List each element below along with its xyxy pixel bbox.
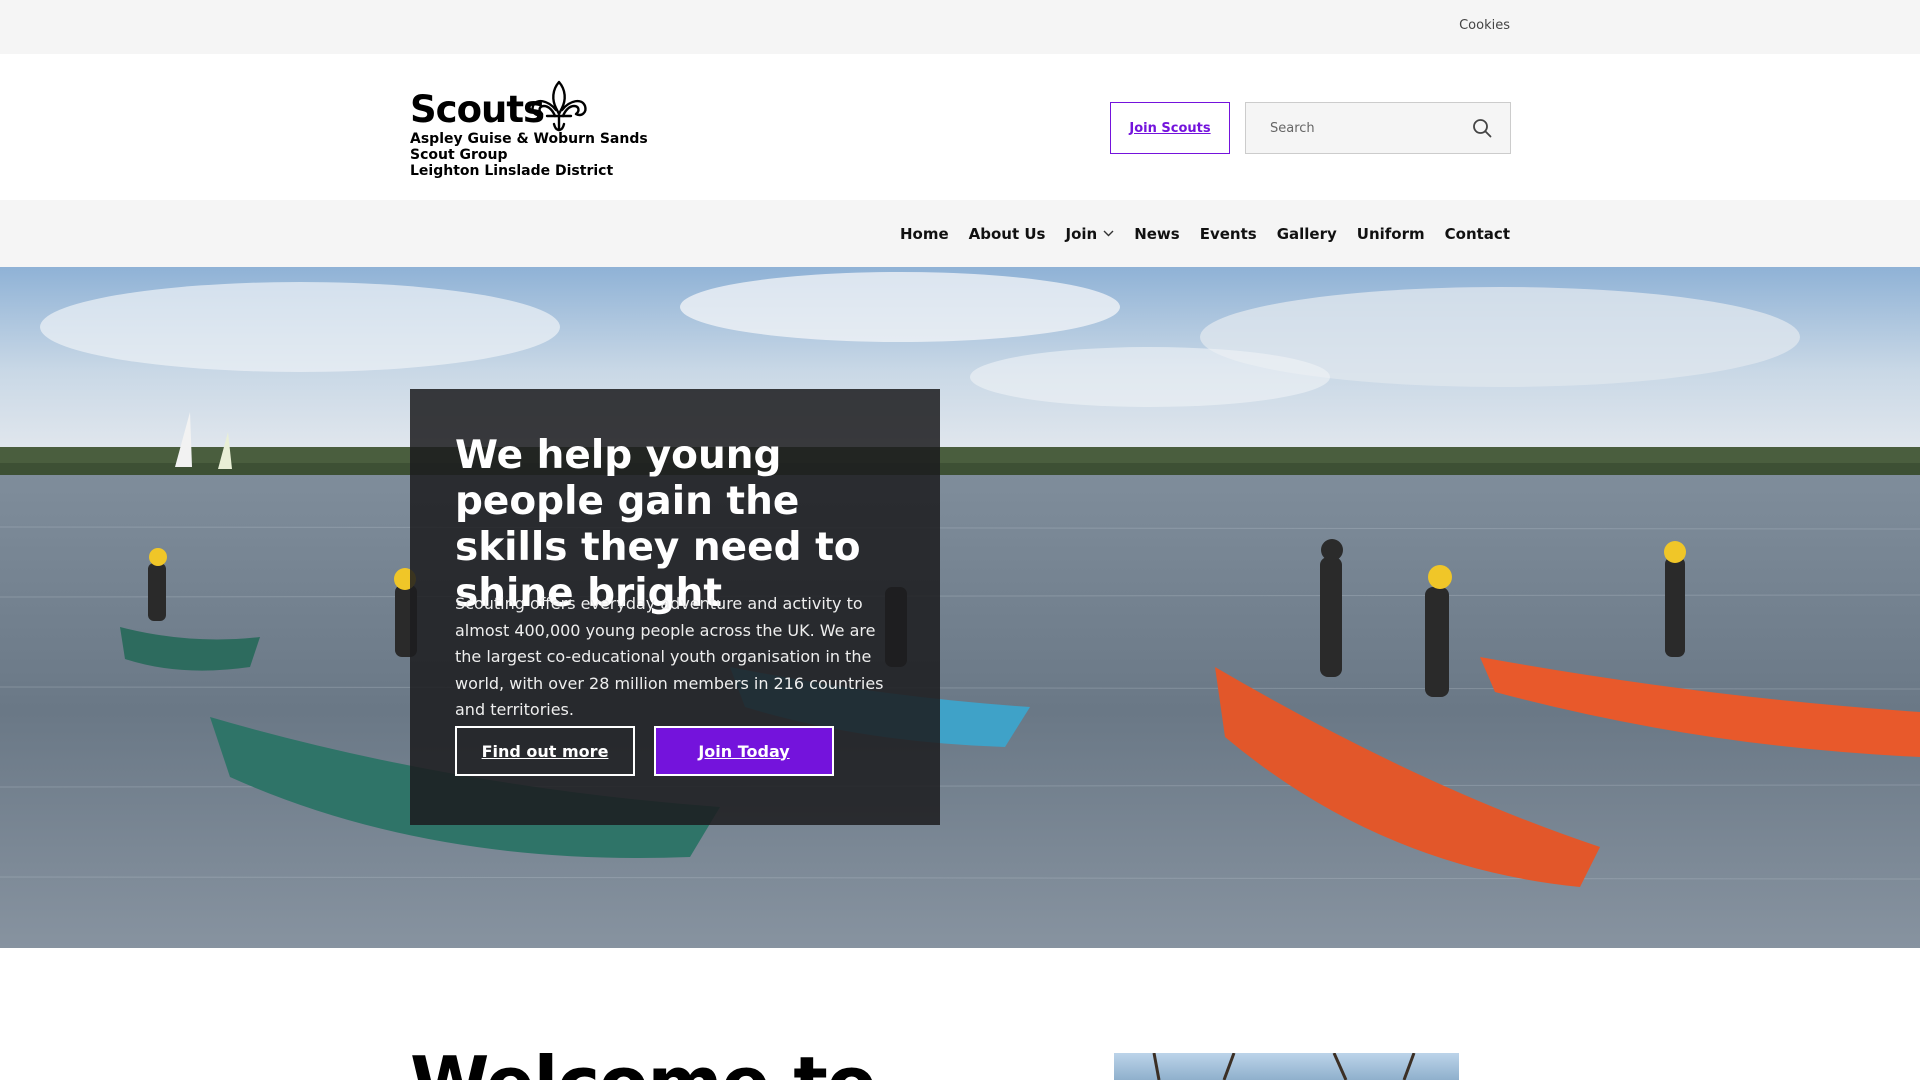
join-today-button[interactable]: Join Today (654, 726, 834, 776)
district-name: Leighton Linslade District (410, 163, 614, 179)
group-name-line-2: Scout Group (410, 147, 508, 163)
nav-item-gallery[interactable]: Gallery (1277, 225, 1337, 243)
search-box (1245, 102, 1511, 154)
main-nav: Home About Us Join News Events Gallery U… (0, 200, 1920, 267)
group-name-line-1: Aspley Guise & Woburn Sands (410, 131, 648, 147)
nav-item-home[interactable]: Home (900, 225, 949, 243)
nav-item-uniform[interactable]: Uniform (1357, 225, 1425, 243)
nav-item-about-us[interactable]: About Us (969, 225, 1046, 243)
nav-item-label: News (1134, 224, 1180, 243)
search-input[interactable] (1246, 103, 1456, 153)
nav-item-label: Home (899, 224, 949, 243)
hero-photo (0, 267, 1920, 948)
cookies-link[interactable]: Cookies (1459, 18, 1510, 33)
nav-item-join[interactable]: Join (1065, 225, 1114, 243)
hero-section: We help young people gain the skills the… (0, 267, 1920, 948)
nav-item-contact[interactable]: Contact (1445, 225, 1510, 243)
nav-item-events[interactable]: Events (1200, 225, 1257, 243)
site-logo[interactable]: Scouts Aspley Guise & Woburn Sands Scout… (410, 80, 650, 184)
welcome-photo (1114, 1053, 1459, 1080)
site-header: Scouts Aspley Guise & Woburn Sands Scout… (0, 54, 1920, 200)
logo-wordmark: Scouts (410, 88, 545, 131)
nav-item-label: Join (1065, 224, 1098, 243)
hero-panel: We help young people gain the skills the… (410, 389, 940, 825)
welcome-heading: Welcome to (410, 1038, 876, 1080)
hero-description: Scouting offers everyday adventure and a… (455, 594, 884, 719)
nav-item-label: Events (1199, 224, 1257, 243)
hero-title: We help young people gain the skills the… (455, 433, 861, 616)
nav-list: Home About Us Join News Events Gallery U… (900, 200, 1510, 267)
join-scouts-button[interactable]: Join Scouts (1110, 102, 1230, 154)
search-icon[interactable] (1472, 118, 1492, 138)
utility-bar: Cookies (0, 0, 1920, 54)
nav-item-news[interactable]: News (1134, 225, 1180, 243)
tree-branches-graphic (1152, 1053, 1416, 1080)
logo-group-name: Aspley Guise & Woburn Sands Scout Group … (410, 131, 648, 179)
nav-item-label: Uniform (1356, 224, 1425, 243)
nav-item-label: Gallery (1276, 224, 1337, 243)
find-out-more-button[interactable]: Find out more (455, 726, 635, 776)
nav-item-label: Contact (1444, 224, 1510, 243)
nav-item-label: About Us (968, 224, 1046, 243)
fleur-de-lis-icon (531, 80, 587, 132)
chevron-down-icon (1103, 230, 1114, 237)
